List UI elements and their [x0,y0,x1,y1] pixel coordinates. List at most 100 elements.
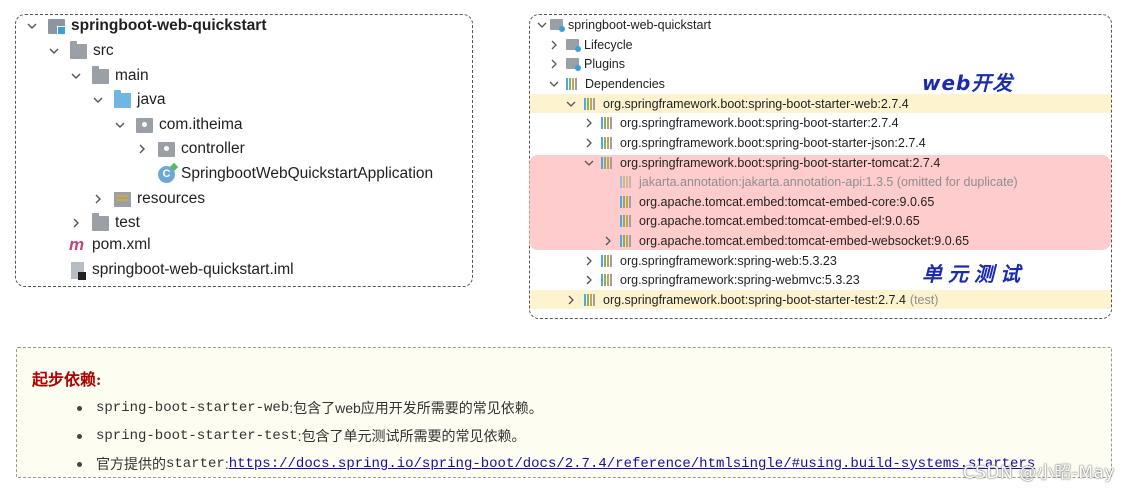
tree-node-label: SpringbootWebQuickstartApplication [181,165,434,182]
chevron-down-icon[interactable] [549,79,559,89]
note-item-code: spring-boot-starter-test [96,428,298,444]
tree-node-label: springboot-web-quickstart [71,17,267,34]
chevron-down-icon[interactable] [566,99,576,109]
annotation-web-dev: web开发 [922,71,1014,95]
dependency-label: org.springframework.boot:spring-boot-sta… [620,135,926,150]
library-icon [601,273,615,286]
maven-lifecycle-label: Lifecycle [584,37,633,52]
maven-dependencies-label: Dependencies [585,76,665,91]
package-icon [136,117,153,133]
dep-tomcat-websocket[interactable]: org.apache.tomcat.embed:tomcat-embed-web… [529,231,1112,250]
tree-node-package[interactable]: com.itheima [113,114,243,136]
starter-note-box: 起步依赖: spring-boot-starter-web :包含了web应用开… [16,347,1112,478]
chevron-right-icon[interactable] [584,138,594,148]
dependency-label: org.springframework.boot:spring-boot-sta… [603,96,909,111]
dep-starter[interactable]: org.springframework.boot:spring-boot-sta… [529,113,1112,132]
dep-tomcat-el[interactable]: org.apache.tomcat.embed:tomcat-embed-el:… [529,211,1112,230]
chevron-right-icon[interactable] [584,275,594,285]
scope-label: (test) [909,292,939,307]
dep-starter-tomcat[interactable]: org.springframework.boot:spring-boot-sta… [529,153,1112,172]
maven-lifecycle[interactable]: Lifecycle [529,35,1112,54]
chevron-right-icon[interactable] [603,236,613,246]
tree-node-app-class[interactable]: C SpringbootWebQuickstartApplication [158,163,433,185]
folder-icon [92,65,109,84]
chevron-right-icon[interactable] [91,192,105,206]
dependency-label-omitted: jakarta.annotation:jakarta.annotation-ap… [639,174,1018,189]
chevron-right-icon[interactable] [135,142,149,156]
maven-icon: m [69,235,85,254]
library-icon [601,116,615,129]
note-item-code: starter [166,456,225,472]
tree-node-label: com.itheima [159,116,243,133]
chevron-down-icon[interactable] [69,69,83,83]
note-item-text: :包含了web应用开发所需要的常见依赖。 [289,400,543,416]
chevron-down-icon[interactable] [113,118,127,132]
starters-docs-link[interactable]: https://docs.spring.io/spring-boot/docs/… [229,456,1036,472]
note-item: 官方提供的 starter : https://docs.spring.io/s… [77,454,1035,474]
package-icon [158,141,175,157]
chevron-down-icon[interactable] [25,19,39,33]
tree-node-label: pom.xml [92,236,151,253]
tree-node-label: resources [137,190,206,207]
library-icon [620,175,634,188]
bullet-icon [77,433,82,439]
tree-node-label: controller [181,140,245,157]
dependency-label: org.apache.tomcat.embed:tomcat-embed-cor… [639,194,935,209]
library-icon [584,293,598,306]
lifecycle-folder-icon [566,39,581,52]
tree-node-iml[interactable]: springboot-web-quickstart.iml [71,259,294,281]
tree-node-controller[interactable]: controller [135,138,245,160]
note-item-text: :包含了单元测试所需要的常见依赖。 [297,428,526,444]
dependency-label: org.apache.tomcat.embed:tomcat-embed-el:… [639,213,920,228]
chevron-right-icon[interactable] [584,118,594,128]
dependencies-icon [566,77,580,90]
library-icon [601,136,615,149]
tree-node-resources[interactable]: resources [91,188,205,210]
dependency-label: org.springframework.boot:spring-boot-sta… [620,155,941,170]
tree-node-label: java [137,91,166,108]
note-item: spring-boot-starter-test :包含了单元测试所需要的常见依… [77,426,526,446]
chevron-right-icon[interactable] [69,216,83,230]
chevron-down-icon[interactable] [537,20,547,30]
folder-icon [70,40,87,59]
spring-class-icon: C [158,165,175,183]
note-item-text: 官方提供的 [96,456,166,472]
dependency-label: org.springframework:spring-web:5.3.23 [620,253,837,268]
maven-plugins[interactable]: Plugins [529,54,1112,73]
dep-starter-json[interactable]: org.springframework.boot:spring-boot-sta… [529,133,1112,152]
tree-node-src[interactable]: src [47,40,114,62]
dep-starter-test[interactable]: org.springframework.boot:spring-boot-sta… [530,290,1111,309]
chevron-right-icon[interactable] [584,256,594,266]
tree-node-java[interactable]: java [91,89,165,111]
csdn-watermark: CSDN @小昭-May [962,463,1115,483]
chevron-right-icon[interactable] [566,295,576,305]
dep-tomcat-core[interactable]: org.apache.tomcat.embed:tomcat-embed-cor… [529,192,1112,211]
resources-folder-icon [114,191,131,207]
maven-root[interactable]: springboot-web-quickstart [529,15,1112,34]
chevron-down-icon[interactable] [91,93,105,107]
tree-node-main[interactable]: main [69,65,149,87]
folder-icon [92,212,109,231]
source-folder-icon [114,89,131,108]
library-icon [620,195,634,208]
dep-starter-web[interactable]: org.springframework.boot:spring-boot-sta… [530,94,1111,113]
dep-annotation-api[interactable]: jakarta.annotation:jakarta.annotation-ap… [529,172,1112,191]
annotation-unit-test: 单元测试 [922,262,1026,286]
note-title: 起步依赖: [32,372,102,389]
tree-node-label: test [115,214,140,231]
chevron-right-icon[interactable] [549,59,559,69]
note-item: spring-boot-starter-web :包含了web应用开发所需要的常… [77,398,543,418]
tree-node-label: main [115,67,149,84]
maven-dependencies[interactable]: Dependencies [529,74,1112,93]
chevron-down-icon[interactable] [47,44,61,58]
tree-node-root[interactable]: springboot-web-quickstart [25,15,266,37]
library-icon [601,156,615,169]
dependency-label: org.springframework:spring-webmvc:5.3.23 [620,272,860,287]
chevron-right-icon[interactable] [549,40,559,50]
dependency-label: org.springframework.boot:spring-boot-sta… [603,292,906,307]
dependency-label: org.apache.tomcat.embed:tomcat-embed-web… [639,233,970,248]
tree-node-pom[interactable]: m pom.xml [69,234,151,256]
tree-node-test[interactable]: test [69,212,140,234]
iml-file-icon [71,261,86,280]
chevron-down-icon[interactable] [584,158,594,168]
